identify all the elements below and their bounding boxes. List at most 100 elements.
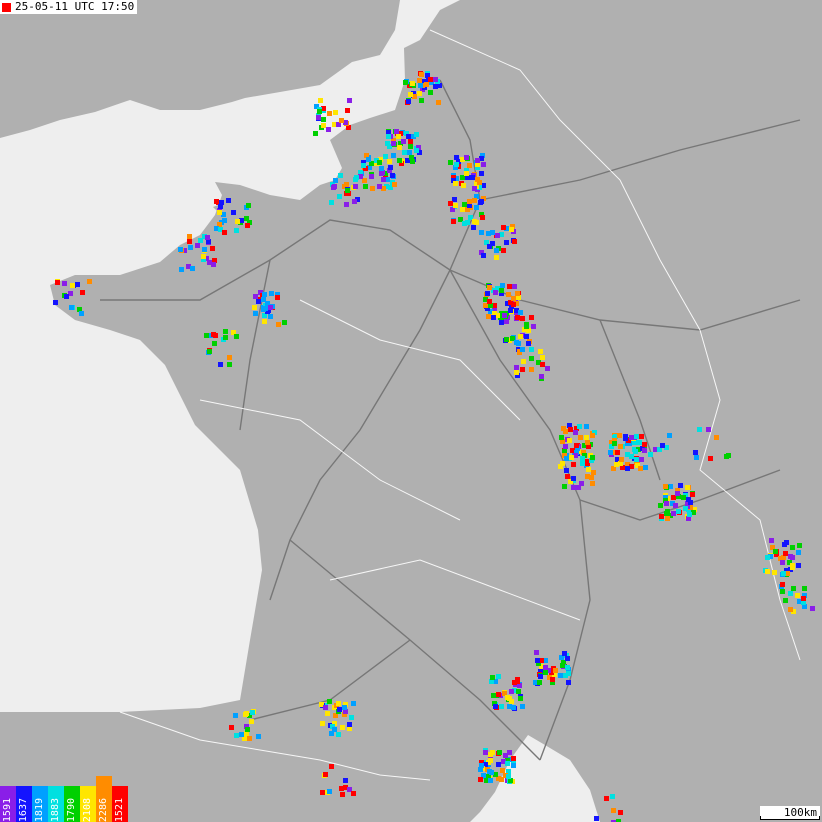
strike-marker — [586, 467, 591, 472]
legend-item: 1521 — [112, 786, 128, 822]
strike-marker — [226, 198, 231, 203]
strike-marker — [323, 705, 328, 710]
strike-marker — [639, 434, 644, 439]
strike-marker — [515, 315, 520, 320]
strike-marker — [471, 225, 476, 230]
strike-marker — [514, 340, 519, 345]
strike-marker — [249, 719, 254, 724]
strike-marker — [343, 778, 348, 783]
strike-marker — [262, 292, 267, 297]
strike-marker — [387, 159, 392, 164]
strike-marker — [433, 77, 438, 82]
strike-marker — [564, 456, 569, 461]
strike-marker — [227, 355, 232, 360]
strike-marker — [227, 362, 232, 367]
strike-marker — [500, 768, 505, 773]
strike-marker — [506, 774, 511, 779]
strike-marker — [590, 433, 595, 438]
strike-marker — [218, 362, 223, 367]
strike-marker — [518, 696, 523, 701]
strike-marker — [558, 464, 563, 469]
strike-marker — [252, 305, 257, 310]
strike-marker — [211, 332, 216, 337]
strike-marker — [340, 725, 345, 730]
strike-marker — [512, 239, 517, 244]
strike-marker — [520, 704, 525, 709]
strike-marker — [675, 491, 680, 496]
strike-marker — [562, 651, 567, 656]
scale-bar-line — [760, 816, 820, 820]
strike-marker — [408, 144, 413, 149]
strike-marker — [781, 571, 786, 576]
strike-marker — [643, 465, 648, 470]
strike-marker — [558, 673, 563, 678]
strike-marker — [342, 705, 347, 710]
strike-marker — [70, 283, 75, 288]
strike-marker — [347, 722, 352, 727]
strike-marker — [625, 466, 630, 471]
strike-marker — [325, 711, 330, 716]
strike-marker — [488, 778, 493, 783]
strike-marker — [688, 500, 693, 505]
strike-marker — [615, 450, 620, 455]
strike-marker — [521, 359, 526, 364]
strike-marker — [419, 72, 424, 77]
strike-marker — [659, 514, 664, 519]
strike-marker — [474, 205, 479, 210]
strike-marker — [332, 184, 337, 189]
strike-marker — [502, 313, 507, 318]
strike-marker — [518, 310, 523, 315]
strike-marker — [479, 199, 484, 204]
strike-marker — [55, 280, 60, 285]
strike-marker — [545, 366, 550, 371]
strike-marker — [419, 98, 424, 103]
strike-marker — [414, 132, 419, 137]
strike-marker — [207, 349, 212, 354]
strike-marker — [351, 791, 356, 796]
strike-marker — [318, 98, 323, 103]
lightning-map[interactable] — [0, 0, 822, 822]
strike-marker — [481, 253, 486, 258]
strike-marker — [504, 337, 509, 342]
strike-marker — [611, 808, 616, 813]
strike-marker — [524, 324, 529, 329]
strike-marker — [222, 230, 227, 235]
strike-marker — [493, 290, 498, 295]
strike-marker — [453, 181, 458, 186]
strike-marker — [349, 715, 354, 720]
strike-marker — [571, 462, 576, 467]
strike-marker — [504, 240, 509, 245]
strike-marker — [664, 511, 669, 516]
strike-marker — [336, 701, 341, 706]
strike-marker — [504, 319, 509, 324]
strike-marker — [783, 551, 788, 556]
strike-marker — [490, 241, 495, 246]
strike-marker — [428, 77, 433, 82]
strike-marker — [499, 320, 504, 325]
strike-marker — [566, 671, 571, 676]
strike-marker — [783, 598, 788, 603]
strike-marker — [765, 555, 770, 560]
strike-marker — [726, 453, 731, 458]
strike-marker — [494, 248, 499, 253]
strike-marker — [433, 84, 438, 89]
strike-marker — [531, 324, 536, 329]
strike-marker — [780, 589, 785, 594]
strike-marker — [537, 680, 542, 685]
strike-marker — [550, 677, 555, 682]
strike-marker — [511, 763, 516, 768]
strike-marker — [481, 162, 486, 167]
strike-marker — [233, 713, 238, 718]
strike-marker — [472, 186, 477, 191]
strike-marker — [396, 134, 401, 139]
strike-marker — [338, 173, 343, 178]
strike-marker — [407, 150, 412, 155]
strike-marker — [574, 443, 579, 448]
strike-marker — [327, 111, 332, 116]
strike-marker — [642, 442, 647, 447]
strike-marker — [347, 98, 352, 103]
strike-marker — [195, 243, 200, 248]
strike-marker — [610, 794, 615, 799]
strike-marker — [379, 166, 384, 171]
strike-marker — [765, 569, 770, 574]
